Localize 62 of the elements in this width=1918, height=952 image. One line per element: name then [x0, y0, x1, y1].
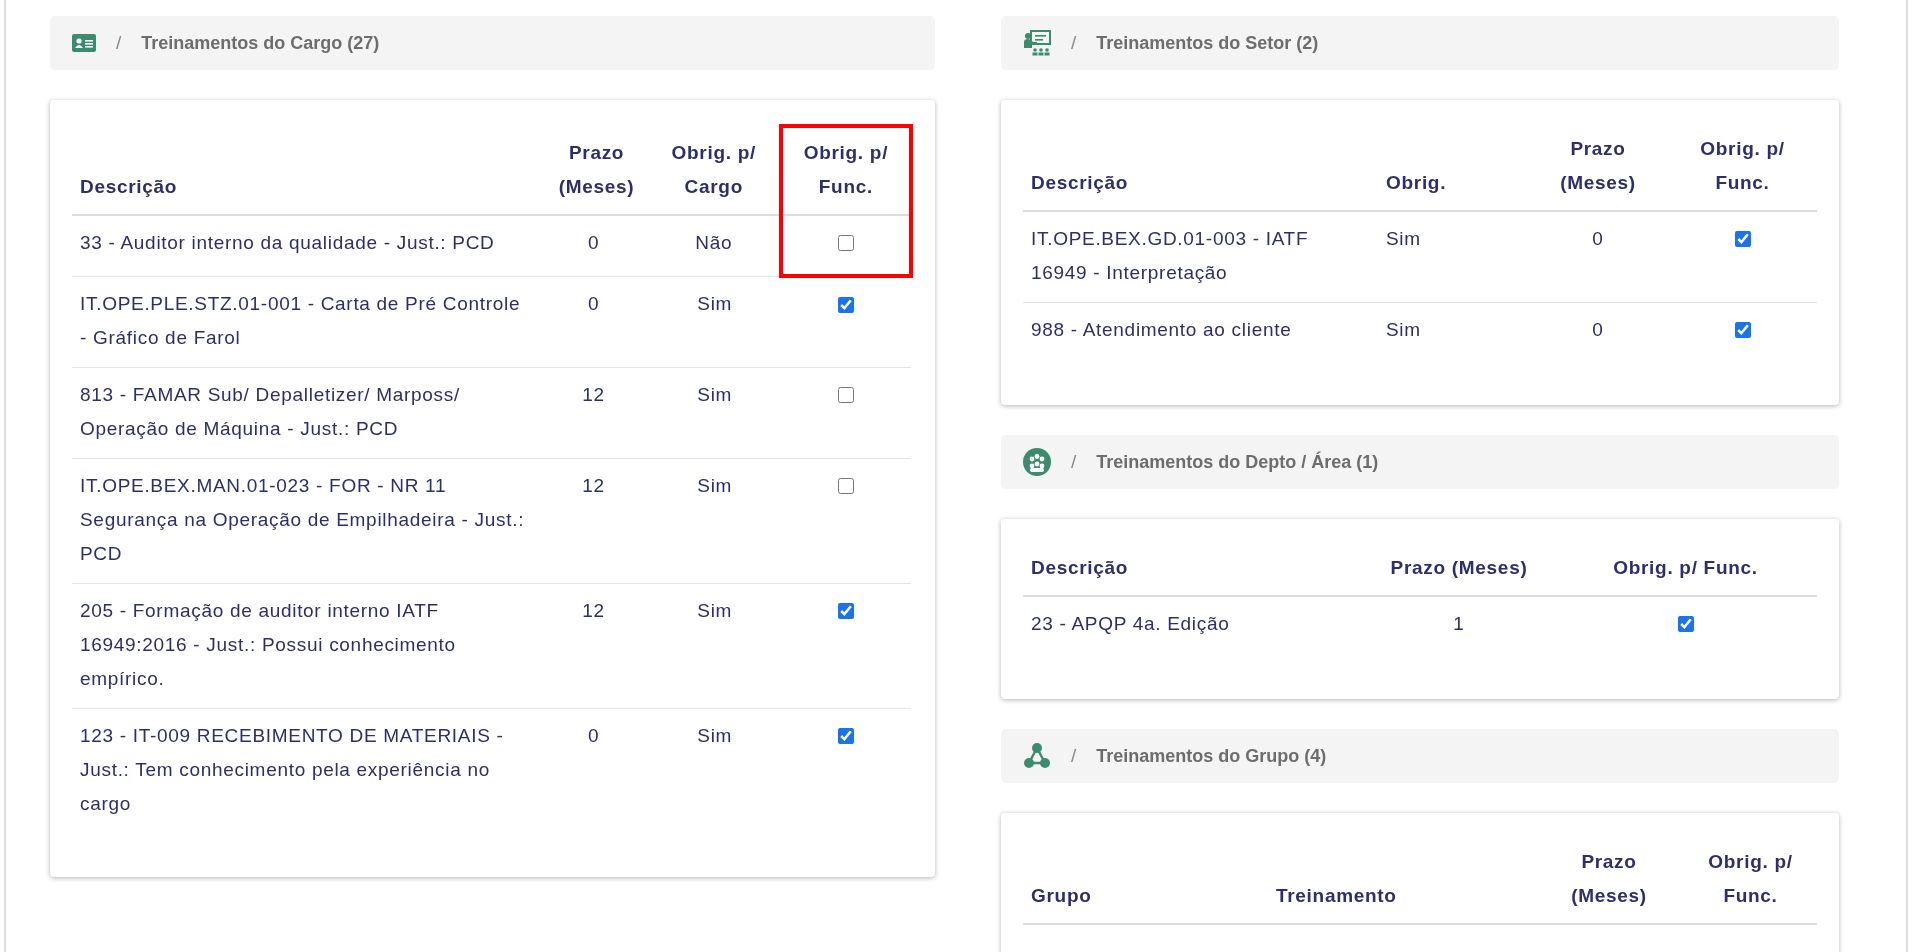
column-header: Obrig. p/ Func.: [1707, 850, 1794, 908]
presentation-icon: [1023, 30, 1051, 56]
table-cell: 123 - IT-009 RECEBIMENTO DE MATERIAIS - Just.: Tem conhecimento pela experiência no cargo: [80, 724, 504, 814]
column-header: Prazo (Meses): [1390, 556, 1528, 580]
column-header: Prazo (Meses): [557, 141, 636, 199]
table-cell: Sim: [1386, 319, 1421, 340]
table-cell: 813 - FAMAR Sub/ Depalletizer/ Marposs/ Operação de Máquina - Just.: PCD: [80, 383, 460, 439]
table-cell: 23 - APQP 4a. Edição: [1031, 613, 1230, 634]
table-cell: Sim: [1386, 228, 1421, 249]
id-card-icon: [72, 34, 96, 52]
table-cell: Sim: [697, 724, 733, 746]
table-cell: Sim: [697, 599, 733, 621]
table-cell: 12: [582, 599, 605, 621]
column-header: Obrig. p/ Func.: [1613, 556, 1758, 580]
table-cell: 988 - Atendimento ao cliente: [1031, 319, 1292, 340]
table-cell: Não: [695, 232, 733, 253]
checkbox[interactable]: [837, 602, 854, 619]
table-cell: 12: [582, 474, 605, 496]
section-title: Treinamentos do Cargo (27): [141, 32, 380, 54]
table-cell: 0: [587, 292, 600, 314]
table-cell: 0: [1592, 319, 1604, 340]
table-cell: 1: [1453, 613, 1465, 634]
column-header: Prazo (Meses): [1559, 137, 1637, 195]
checkbox[interactable]: [1677, 616, 1694, 632]
column-header: Obrig. p/ Func.: [1699, 137, 1786, 195]
section-title: Treinamentos do Setor (2): [1096, 32, 1319, 54]
breadcrumb-separator: /: [1071, 451, 1077, 473]
column-header: Obrig. p/ Func.: [802, 141, 890, 199]
group-icon: [1023, 448, 1051, 476]
table-cell: 0: [1592, 228, 1604, 249]
column-header: Obrig.: [1386, 171, 1447, 195]
checkbox[interactable]: [837, 235, 854, 251]
table-cell: Sim: [697, 474, 733, 496]
table-cell: 0: [587, 724, 600, 746]
table-cell: IT.OPE.BEX.MAN.01-023 - FOR - NR 11 Segurança na Operação de Empilhadeira - Just.: PCD: [80, 474, 525, 564]
column-header: Prazo (Meses): [1570, 850, 1648, 908]
network-icon: [1023, 742, 1051, 770]
checkbox[interactable]: [837, 386, 854, 403]
checkbox[interactable]: [837, 727, 854, 744]
table-cell: IT.OPE.BEX.GD.01-003 - IATF 16949 - Interpretação: [1031, 228, 1309, 283]
breadcrumb-separator: /: [1071, 32, 1077, 54]
checkbox[interactable]: [837, 477, 854, 494]
column-header: Grupo: [1031, 884, 1092, 908]
checkbox[interactable]: [1734, 322, 1751, 338]
table-cell: IT.OPE.PLE.STZ.01-001 - Carta de Pré Controle - Gráfico de Farol: [80, 292, 521, 348]
column-header: Obrig. p/ Cargo: [670, 141, 757, 199]
checkbox[interactable]: [837, 297, 854, 313]
breadcrumb-separator: /: [1071, 745, 1077, 767]
table-cell: 205 - Formação de auditor interno IATF 16949:2016 - Just.: Possui conhecimento empírico.: [80, 599, 456, 689]
column-header: Treinamento: [1276, 884, 1397, 908]
table-cell: 12: [582, 383, 605, 405]
table-cell: Sim: [697, 383, 733, 405]
column-header: Descrição: [1031, 556, 1129, 580]
section-title: Treinamentos do Grupo (4): [1096, 745, 1327, 767]
breadcrumb-separator: /: [116, 32, 122, 54]
checkbox[interactable]: [1734, 231, 1751, 247]
section-title: Treinamentos do Depto / Área (1): [1096, 451, 1379, 473]
column-header: Descrição: [80, 175, 178, 199]
table-cell: 33 - Auditor interno da qualidade - Just.: PCD: [80, 232, 495, 253]
table-cell: Sim: [697, 292, 733, 314]
column-header: Descrição: [1031, 171, 1129, 195]
table-cell: 0: [587, 232, 600, 253]
